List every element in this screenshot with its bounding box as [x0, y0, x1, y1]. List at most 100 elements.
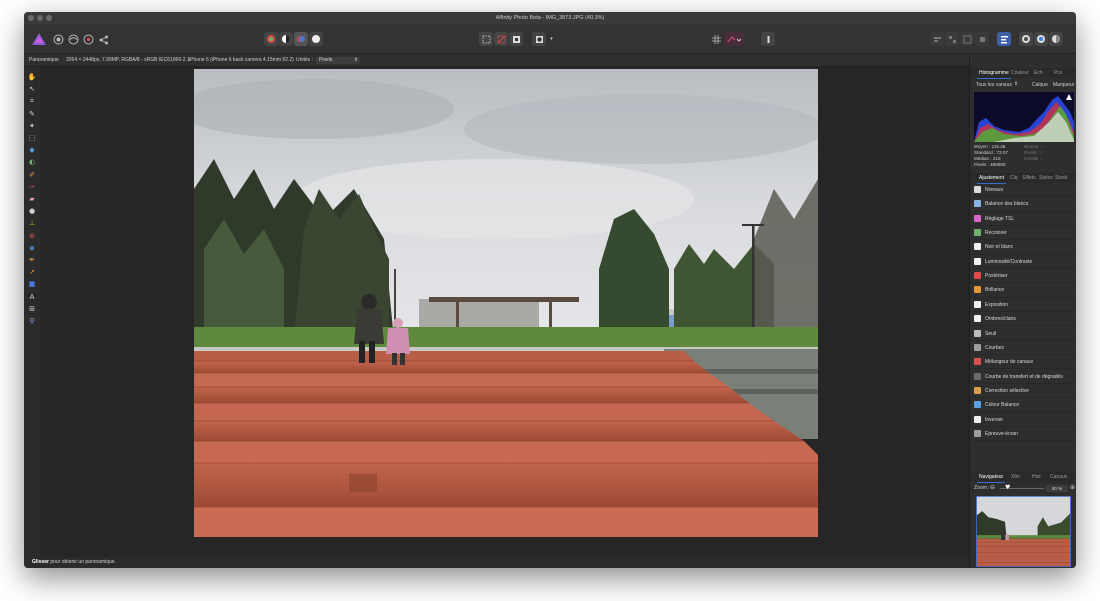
tab-styles[interactable]: Styles [1039, 173, 1053, 183]
tab-ech[interactable]: Ech [1034, 68, 1043, 78]
flood-fill-icon[interactable]: ◆ [27, 146, 37, 155]
zoom-value[interactable]: 40 % [1046, 485, 1068, 492]
tab-xfm[interactable]: Xfm [1011, 472, 1020, 482]
minimize-window-button[interactable] [37, 15, 43, 21]
calque-checkbox[interactable]: Calque [1032, 82, 1048, 88]
maximize-window-button[interactable] [46, 15, 52, 21]
share-icon[interactable] [1019, 32, 1033, 46]
zoom-in-icon[interactable]: ⊕ [1070, 484, 1075, 491]
tab-stock[interactable]: Stock [1055, 173, 1068, 183]
snapping-icon[interactable] [709, 32, 723, 46]
tab-clq[interactable]: Clq [1010, 173, 1018, 183]
liquify-persona-icon[interactable] [66, 32, 80, 46]
auto-colour-icon[interactable] [294, 32, 308, 46]
deselect-icon[interactable] [494, 32, 508, 46]
adjustment-item[interactable]: Correction sélective [970, 384, 1076, 399]
adjustment-item[interactable]: Brillance [970, 283, 1076, 298]
assistant-icon[interactable] [724, 32, 744, 46]
export-persona-icon[interactable] [96, 32, 110, 46]
mesh-warp-icon[interactable]: ⊞ [27, 305, 37, 314]
adjustment-item[interactable]: Luminosité/Contraste [970, 255, 1076, 270]
colour-picker-icon[interactable] [1034, 32, 1048, 46]
adjustment-item[interactable]: Noir et blanc [970, 240, 1076, 255]
rotate-icon[interactable] [975, 32, 989, 46]
adjustment-item[interactable]: Colour Balance [970, 398, 1076, 413]
artistic-text-icon[interactable]: A [27, 293, 37, 302]
tab-couleur[interactable]: Couleur [1011, 68, 1029, 78]
paint-brush-icon[interactable]: ✐ [27, 171, 37, 180]
adjustment-item[interactable]: Recolorer [970, 226, 1076, 241]
quick-mask-icon[interactable] [532, 32, 546, 46]
adjustment-icon [974, 286, 981, 294]
affinity-photo-logo[interactable] [32, 32, 46, 46]
flip-icon[interactable] [960, 32, 974, 46]
status-text: pour obtenir un panoramique. [48, 559, 116, 565]
hand-tool-icon[interactable]: ✋ [27, 73, 37, 82]
crop-tool-icon[interactable]: ⌗ [27, 97, 37, 106]
tab-effets[interactable]: Effets [1023, 173, 1036, 183]
erase-brush-icon[interactable]: ▰ [27, 195, 37, 204]
adjustment-item[interactable]: Courbe de transfert et de dégradés [970, 370, 1076, 384]
marker-checkbox[interactable]: Marqueur [1053, 82, 1074, 88]
adjustment-item[interactable]: Exposition [970, 298, 1076, 313]
adjustment-item[interactable]: Balance des blancs [970, 197, 1076, 212]
tab-hist[interactable]: Hist [1032, 472, 1041, 482]
adjustment-item[interactable]: Ombres/clairs [970, 312, 1076, 327]
status-bar: Glisser pour obtenir un panoramique. [24, 557, 969, 568]
tab-ajustement[interactable]: Ajustement [976, 173, 1007, 184]
adjustment-item[interactable]: Mélangeur de canaux [970, 355, 1076, 370]
adjustment-item[interactable]: Postériser [970, 269, 1076, 284]
auto-levels-icon[interactable] [264, 32, 278, 46]
document-image[interactable] [194, 69, 818, 537]
invert-selection-icon[interactable] [509, 32, 523, 46]
develop-persona-icon[interactable] [81, 32, 95, 46]
node-tool-icon[interactable]: ➚ [27, 268, 37, 277]
auto-contrast-icon[interactable] [279, 32, 293, 46]
adjustment-icon [974, 243, 981, 251]
channel-select[interactable]: Tous les canaux [976, 82, 1012, 88]
tab-canaux[interactable]: Canaux [1050, 472, 1067, 482]
navigator-thumbnail[interactable] [976, 496, 1071, 567]
selection-brush-icon[interactable]: ✎ [27, 110, 37, 119]
unit-select[interactable]: Pixels ⇕ [316, 57, 360, 64]
rectangle-tool-icon[interactable]: ■ [27, 280, 37, 289]
close-window-button[interactable] [28, 15, 34, 21]
flood-select-icon[interactable]: ✦ [27, 122, 37, 131]
tab-histogramme[interactable]: Histogramme [977, 68, 1011, 79]
adjustment-item[interactable]: Inverser [970, 413, 1076, 427]
dodge-icon[interactable]: ● [27, 207, 37, 216]
pen-tool-icon[interactable]: ✒ [27, 256, 37, 265]
red-eye-icon[interactable]: ⊛ [27, 232, 37, 241]
zoom-out-icon[interactable]: ⊖ [990, 484, 995, 491]
help-icon[interactable] [1049, 32, 1063, 46]
histogram-graph [974, 92, 1074, 142]
tab-pcs[interactable]: Pcs [1054, 68, 1062, 78]
photo-persona-icon[interactable] [51, 32, 65, 46]
studio-panel-icon[interactable] [997, 32, 1011, 46]
distribute-icon[interactable] [945, 32, 959, 46]
marquee-icon[interactable] [479, 32, 493, 46]
adjustment-label: Recolorer [985, 230, 1007, 237]
blur-brush-icon[interactable]: ◈ [27, 244, 37, 253]
tool-name: Panoramique [29, 57, 59, 63]
adjustment-item[interactable]: Courbes [970, 341, 1076, 356]
canvas-area[interactable] [40, 67, 969, 557]
zoom-tool-icon[interactable]: ⚲ [27, 317, 37, 326]
tab-navigateur[interactable]: Navigateur [976, 472, 1006, 483]
adjustment-item[interactable]: Epreuve-écran [970, 427, 1076, 442]
adjustment-item[interactable]: Réglage TSL [970, 212, 1076, 226]
adjustment-item[interactable]: Niveaux [970, 183, 1076, 198]
clone-icon[interactable]: ⊥ [27, 219, 37, 228]
adjustment-icon [974, 386, 981, 394]
auto-white-balance-icon[interactable] [309, 32, 323, 46]
gradient-icon[interactable]: ◐ [27, 158, 37, 167]
colour-replacement-icon[interactable]: ✑ [27, 183, 37, 192]
zoom-slider-handle[interactable]: ♥ [1005, 484, 1010, 491]
align-icon[interactable] [930, 32, 944, 46]
adjustment-label: Noir et blanc [985, 244, 1014, 251]
marquee-tool-icon[interactable]: ⬚ [27, 134, 37, 143]
move-tool-icon[interactable]: ↖ [27, 85, 37, 94]
adjustment-item[interactable]: Seuil [970, 327, 1076, 341]
arrange-icon[interactable] [761, 32, 775, 46]
quick-mask-dropdown-icon[interactable]: ▾ [546, 32, 557, 46]
